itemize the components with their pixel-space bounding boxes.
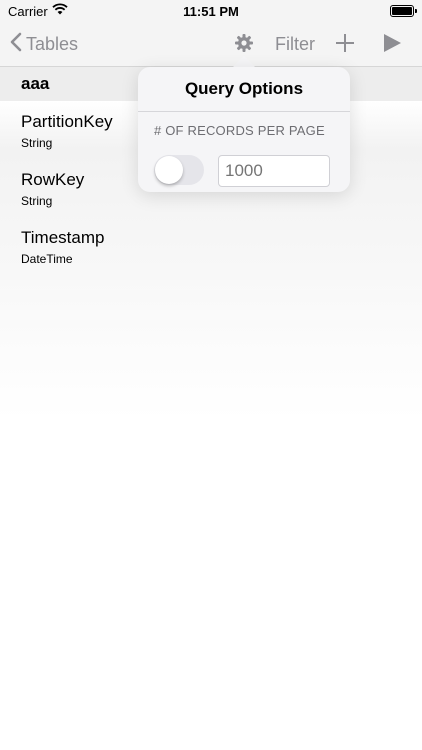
records-per-page-label: # OF RECORDS PER PAGE <box>154 123 325 138</box>
status-bar: Carrier 11:51 PM <box>0 0 422 22</box>
back-label: Tables <box>26 33 79 54</box>
play-icon[interactable] <box>382 33 402 58</box>
list-item[interactable]: PartitionKey String <box>21 112 113 150</box>
toggle-knob <box>155 156 183 184</box>
paging-toggle[interactable] <box>154 155 204 185</box>
column-name: RowKey <box>21 170 85 189</box>
battery-icon <box>390 5 417 17</box>
popover-arrow <box>233 56 255 67</box>
column-name: PartitionKey <box>21 112 113 131</box>
column-type: DateTime <box>21 252 73 266</box>
gear-icon[interactable] <box>234 33 254 58</box>
list-item[interactable]: Timestamp DateTime <box>21 228 104 266</box>
popover-title: Query Options <box>184 79 304 98</box>
table-name: aaa <box>21 74 50 93</box>
column-name: Timestamp <box>21 228 105 247</box>
plus-icon[interactable] <box>334 32 356 59</box>
back-button[interactable]: Tables <box>10 22 78 66</box>
records-per-page-input[interactable] <box>218 155 330 187</box>
list-item[interactable]: RowKey String <box>21 170 84 208</box>
filter-button[interactable]: Filter <box>275 34 315 55</box>
divider <box>138 111 350 112</box>
column-type: String <box>21 194 53 208</box>
column-type: String <box>21 136 53 150</box>
chevron-left-icon <box>10 32 22 57</box>
query-options-popover: Query Options # OF RECORDS PER PAGE <box>138 67 350 192</box>
navigation-bar: Tables Filter <box>0 22 422 67</box>
status-time: 11:51 PM <box>183 4 239 19</box>
